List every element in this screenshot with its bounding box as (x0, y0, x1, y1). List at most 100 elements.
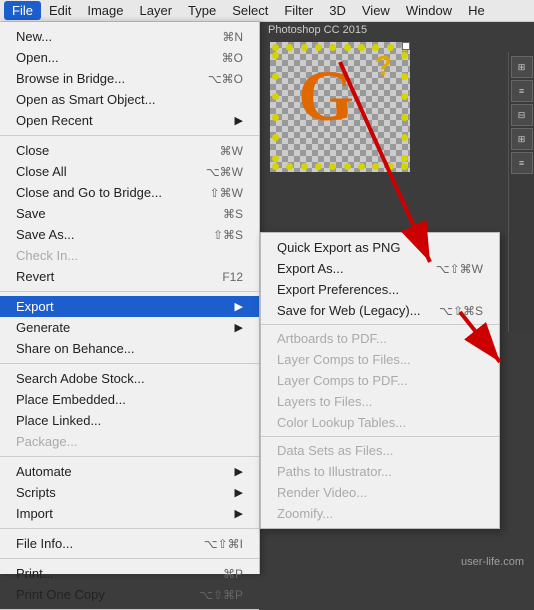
menu-item-file-info-label: File Info... (16, 536, 73, 551)
menubar-item-image[interactable]: Image (79, 1, 131, 20)
menu-item-scripts[interactable]: Scripts ▶ (0, 482, 259, 503)
submenu-item-artboards-pdf: Artboards to PDF... (261, 328, 499, 349)
canvas-document: G ? (270, 42, 410, 172)
menu-item-import[interactable]: Import ▶ (0, 503, 259, 524)
menubar-item-3d[interactable]: 3D (321, 1, 354, 20)
menubar-item-edit[interactable]: Edit (41, 1, 79, 20)
menu-item-save[interactable]: Save ⌘S (0, 203, 259, 224)
menu-item-automate[interactable]: Automate ▶ (0, 461, 259, 482)
export-arrow-icon: ▶ (235, 300, 243, 313)
tool-btn-2[interactable]: ≡ (511, 80, 533, 102)
menu-item-place-embedded-label: Place Embedded... (16, 392, 126, 407)
menu-item-new-shortcut: ⌘N (222, 30, 243, 44)
menu-item-share-behance-label: Share on Behance... (16, 341, 135, 356)
menubar: File Edit Image Layer Type Select Filter… (0, 0, 534, 22)
menu-item-revert[interactable]: Revert F12 (0, 266, 259, 287)
menu-item-open[interactable]: Open... ⌘O (0, 47, 259, 68)
menu-item-close-all-shortcut: ⌥⌘W (206, 165, 243, 179)
menu-item-scripts-label: Scripts (16, 485, 56, 500)
menu-item-revert-shortcut: F12 (222, 270, 243, 284)
menu-item-revert-label: Revert (16, 269, 54, 284)
menu-item-close-shortcut: ⌘W (220, 144, 243, 158)
menu-item-place-embedded[interactable]: Place Embedded... (0, 389, 259, 410)
menu-item-check-in-label: Check In... (16, 248, 78, 263)
menu-item-file-info[interactable]: File Info... ⌥⇧⌘I (0, 533, 259, 554)
menu-item-save-label: Save (16, 206, 46, 221)
submenu-item-export-as-label: Export As... (277, 261, 343, 276)
submenu-item-color-lookup-tables: Color Lookup Tables... (261, 412, 499, 433)
submenu-separator-2 (261, 436, 499, 437)
menu-item-close-all[interactable]: Close All ⌥⌘W (0, 161, 259, 182)
submenu-item-save-for-web[interactable]: Save for Web (Legacy)... ⌥⇧⌘S (261, 300, 499, 321)
menu-item-new[interactable]: New... ⌘N (0, 26, 259, 47)
menu-item-close[interactable]: Close ⌘W (0, 140, 259, 161)
submenu-item-quick-export-png[interactable]: Quick Export as PNG (261, 237, 499, 258)
menu-item-save-shortcut: ⌘S (223, 207, 243, 221)
menubar-item-file[interactable]: File (4, 1, 41, 20)
menu-item-automate-label: Automate (16, 464, 72, 479)
export-submenu: Quick Export as PNG Export As... ⌥⇧⌘W Ex… (260, 232, 500, 529)
menu-item-close-label: Close (16, 143, 49, 158)
menu-section-2: Close ⌘W Close All ⌥⌘W Close and Go to B… (0, 136, 259, 292)
menu-item-open-smart-object-label: Open as Smart Object... (16, 92, 155, 107)
tool-btn-5[interactable]: ≡ (511, 152, 533, 174)
menu-item-place-linked-label: Place Linked... (16, 413, 101, 428)
generate-arrow-icon: ▶ (235, 321, 243, 334)
menu-item-search-adobe-stock[interactable]: Search Adobe Stock... (0, 368, 259, 389)
menu-section-6: File Info... ⌥⇧⌘I (0, 529, 259, 559)
submenu-item-export-preferences[interactable]: Export Preferences... (261, 279, 499, 300)
menubar-item-window[interactable]: Window (398, 1, 460, 20)
tool-btn-4[interactable]: ⊞ (511, 128, 533, 150)
menu-item-generate-label: Generate (16, 320, 70, 335)
menu-item-generate[interactable]: Generate ▶ (0, 317, 259, 338)
submenu-item-layer-comps-files-label: Layer Comps to Files... (277, 352, 411, 367)
menu-item-close-all-label: Close All (16, 164, 67, 179)
submenu-item-layer-comps-pdf: Layer Comps to PDF... (261, 370, 499, 391)
menu-item-close-go-bridge-shortcut: ⇧⌘W (210, 186, 243, 200)
menu-item-open-shortcut: ⌘O (222, 51, 243, 65)
canvas-letter-g: G (298, 60, 354, 132)
menu-item-open-label: Open... (16, 50, 59, 65)
menu-item-save-as[interactable]: Save As... ⇧⌘S (0, 224, 259, 245)
tool-btn-3[interactable]: ⊟ (511, 104, 533, 126)
menubar-item-view[interactable]: View (354, 1, 398, 20)
menu-item-print-one-copy[interactable]: Print One Copy ⌥⇧⌘P (0, 584, 259, 605)
submenu-item-paths-illustrator-label: Paths to Illustrator... (277, 464, 392, 479)
submenu-item-render-video-label: Render Video... (277, 485, 367, 500)
submenu-item-export-preferences-label: Export Preferences... (277, 282, 399, 297)
menu-item-package: Package... (0, 431, 259, 452)
menu-section-1: New... ⌘N Open... ⌘O Browse in Bridge...… (0, 22, 259, 136)
submenu-item-zoomify-label: Zoomify... (277, 506, 333, 521)
file-dropdown-menu: New... ⌘N Open... ⌘O Browse in Bridge...… (0, 22, 260, 574)
menu-item-print-one-copy-shortcut: ⌥⇧⌘P (199, 588, 243, 602)
menubar-item-type[interactable]: Type (180, 1, 224, 20)
menubar-item-layer[interactable]: Layer (132, 1, 181, 20)
menu-item-file-info-shortcut: ⌥⇧⌘I (204, 537, 243, 551)
submenu-item-zoomify: Zoomify... (261, 503, 499, 524)
menu-item-share-behance[interactable]: Share on Behance... (0, 338, 259, 359)
menubar-item-help[interactable]: He (460, 1, 493, 20)
menu-item-package-label: Package... (16, 434, 77, 449)
automate-arrow-icon: ▶ (235, 465, 243, 478)
menubar-item-filter[interactable]: Filter (276, 1, 321, 20)
tool-btn-1[interactable]: ⊞ (511, 56, 533, 78)
menu-item-browse-bridge[interactable]: Browse in Bridge... ⌥⌘O (0, 68, 259, 89)
submenu-item-data-sets-files-label: Data Sets as Files... (277, 443, 393, 458)
menu-item-place-linked[interactable]: Place Linked... (0, 410, 259, 431)
menu-item-close-go-bridge[interactable]: Close and Go to Bridge... ⇧⌘W (0, 182, 259, 203)
open-recent-arrow-icon: ▶ (235, 114, 243, 127)
submenu-item-data-sets-files: Data Sets as Files... (261, 440, 499, 461)
submenu-separator-1 (261, 324, 499, 325)
import-arrow-icon: ▶ (235, 507, 243, 520)
menu-item-search-adobe-stock-label: Search Adobe Stock... (16, 371, 145, 386)
menubar-item-select[interactable]: Select (224, 1, 276, 20)
menu-item-browse-bridge-label: Browse in Bridge... (16, 71, 125, 86)
menu-item-export[interactable]: Export ▶ (0, 296, 259, 317)
menu-item-open-recent-label: Open Recent (16, 113, 93, 128)
menu-item-new-label: New... (16, 29, 52, 44)
menu-item-open-recent[interactable]: Open Recent ▶ (0, 110, 259, 131)
menu-item-close-go-bridge-label: Close and Go to Bridge... (16, 185, 162, 200)
menu-item-open-smart-object[interactable]: Open as Smart Object... (0, 89, 259, 110)
submenu-item-export-as[interactable]: Export As... ⌥⇧⌘W (261, 258, 499, 279)
submenu-item-quick-export-png-label: Quick Export as PNG (277, 240, 401, 255)
